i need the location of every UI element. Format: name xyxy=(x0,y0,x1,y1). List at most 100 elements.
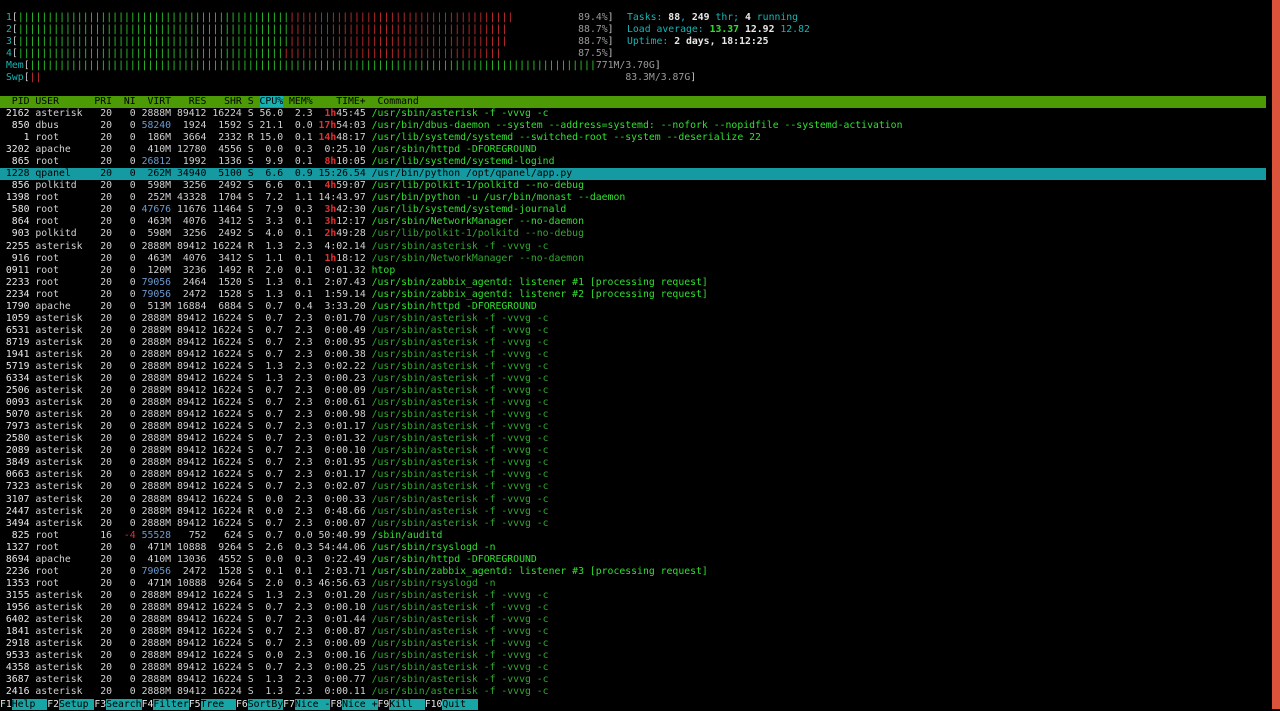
column-header-user[interactable]: USER xyxy=(35,96,94,107)
column-header-s[interactable]: S xyxy=(248,96,260,107)
process-row[interactable]: 916 root 20 0 463M 4076 3412 S 1.1 0.1 1… xyxy=(0,253,1266,265)
process-row[interactable]: 3155 asterisk 20 0 2888M 89412 16224 S 1… xyxy=(0,590,1266,602)
mem-meter: Mem[||||||||||||||||||||||||||||||||||||… xyxy=(6,60,661,71)
column-header-command[interactable]: Command xyxy=(378,96,419,107)
process-row[interactable]: 6531 asterisk 20 0 2888M 89412 16224 S 0… xyxy=(0,325,1266,337)
process-row[interactable]: 6402 asterisk 20 0 2888M 89412 16224 S 0… xyxy=(0,614,1266,626)
process-row[interactable]: 3494 asterisk 20 0 2888M 89412 16224 S 0… xyxy=(0,518,1266,530)
process-row[interactable]: 7323 asterisk 20 0 2888M 89412 16224 S 0… xyxy=(0,481,1266,493)
column-header-cpu[interactable]: CPU% xyxy=(259,96,284,107)
column-header-pid[interactable]: PID xyxy=(0,96,35,107)
process-row[interactable]: 3849 asterisk 20 0 2888M 89412 16224 S 0… xyxy=(0,457,1266,469)
window-edge xyxy=(1272,0,1280,709)
fkey-f10[interactable]: F10Quit xyxy=(424,699,478,710)
process-row[interactable]: 1941 asterisk 20 0 2888M 89412 16224 S 0… xyxy=(0,349,1266,361)
cpu-meter-2: 2[||||||||||||||||||||||||||||||||||||||… xyxy=(6,24,614,35)
process-row[interactable]: 2506 asterisk 20 0 2888M 89412 16224 S 0… xyxy=(0,385,1266,397)
process-row[interactable]: 0663 asterisk 20 0 2888M 89412 16224 S 0… xyxy=(0,469,1266,481)
process-row[interactable]: 903 polkitd 20 0 598M 3256 2492 S 4.0 0.… xyxy=(0,228,1266,240)
uptime-value: 2 days, 18:12:25 xyxy=(674,36,769,47)
fkey-f9[interactable]: F9Kill xyxy=(377,699,425,710)
function-key-bar: F1Help F2Setup F3SearchF4FilterF5Tree F6… xyxy=(0,699,478,711)
process-row[interactable]: 3687 asterisk 20 0 2888M 89412 16224 S 1… xyxy=(0,674,1266,686)
process-row[interactable]: 850 dbus 20 0 58240 1924 1592 S 21.1 0.0… xyxy=(0,120,1266,132)
swap-label: Swp xyxy=(6,72,24,83)
column-header-virt[interactable]: VIRT xyxy=(142,96,177,107)
process-row[interactable]: 1956 asterisk 20 0 2888M 89412 16224 S 0… xyxy=(0,602,1266,614)
process-row[interactable]: 2580 asterisk 20 0 2888M 89412 16224 S 0… xyxy=(0,433,1266,445)
process-row[interactable]: 3202 apache 20 0 410M 12780 4556 S 0.0 0… xyxy=(0,144,1266,156)
process-row[interactable]: 0093 asterisk 20 0 2888M 89412 16224 S 0… xyxy=(0,397,1266,409)
fkey-f1[interactable]: F1Help xyxy=(0,699,48,710)
process-row[interactable]: 580 root 20 0 47676 11676 11464 S 7.9 0.… xyxy=(0,204,1266,216)
fkey-f2[interactable]: F2Setup xyxy=(47,699,95,710)
column-header-time[interactable]: TIME+ xyxy=(319,96,378,107)
process-row[interactable]: 1790 apache 20 0 513M 16884 6884 S 0.7 0… xyxy=(0,301,1266,313)
process-row[interactable]: 2089 asterisk 20 0 2888M 89412 16224 S 0… xyxy=(0,445,1266,457)
fkey-key: F5 xyxy=(188,699,201,710)
process-row[interactable]: 2236 root 20 0 79056 2472 1528 S 0.1 0.1… xyxy=(0,566,1266,578)
fkey-key: F7 xyxy=(283,699,295,710)
column-header-res[interactable]: RES xyxy=(177,96,212,107)
column-header-pri[interactable]: PRI xyxy=(94,96,118,107)
fkey-key: F8 xyxy=(330,699,343,710)
fkey-f3[interactable]: F3Search xyxy=(94,699,142,710)
process-row[interactable]: 865 root 20 0 26812 1992 1336 S 9.9 0.1 … xyxy=(0,156,1266,168)
process-row[interactable]: 5070 asterisk 20 0 2888M 89412 16224 S 0… xyxy=(0,409,1266,421)
load-5min: 12.92 xyxy=(744,24,775,35)
cpu-meter-3: 3[||||||||||||||||||||||||||||||||||||||… xyxy=(6,36,614,47)
process-row[interactable]: 2255 asterisk 20 0 2888M 89412 16224 R 1… xyxy=(0,241,1266,253)
process-row[interactable]: 2233 root 20 0 79056 2464 1520 S 1.3 0.1… xyxy=(0,277,1266,289)
process-row[interactable]: 864 root 20 0 463M 4076 3412 S 3.3 0.1 3… xyxy=(0,216,1266,228)
mem-value: 771M/3.70G xyxy=(595,60,655,71)
fkey-f8[interactable]: F8Nice + xyxy=(330,699,378,710)
process-row[interactable]: 1059 asterisk 20 0 2888M 89412 16224 S 0… xyxy=(0,313,1266,325)
fkey-label: SortBy xyxy=(247,699,284,710)
process-row[interactable]: 9533 asterisk 20 0 2888M 89412 16224 S 0… xyxy=(0,650,1266,662)
system-summary: Tasks: 88, 249 thr; 4 running Load avera… xyxy=(627,12,810,48)
process-list[interactable]: 2162 asterisk 20 0 2888M 89412 16224 S 5… xyxy=(0,108,1266,698)
process-table-header: PID USER PRI NI VIRT RES SHR S CPU% MEM%… xyxy=(0,96,1266,108)
fkey-f7[interactable]: F7Nice - xyxy=(283,699,331,710)
cpu-percent: 88.7% xyxy=(578,24,608,35)
fkey-label: Search xyxy=(106,699,142,710)
fkey-label: Quit xyxy=(442,699,478,710)
fkey-label: Tree xyxy=(200,699,236,710)
column-header-ni[interactable]: NI xyxy=(118,96,142,107)
process-row[interactable]: 825 root 16 -4 55528 752 624 S 0.7 0.0 5… xyxy=(0,530,1266,542)
process-row[interactable]: 2918 asterisk 20 0 2888M 89412 16224 S 0… xyxy=(0,638,1266,650)
swap-value: 83.3M/3.87G xyxy=(625,72,691,83)
process-row[interactable]: 0911 root 20 0 120M 3236 1492 R 2.0 0.1 … xyxy=(0,265,1266,277)
process-row[interactable]: 8694 apache 20 0 410M 13036 4552 S 0.0 0… xyxy=(0,554,1266,566)
process-row[interactable]: 1228 qpanel 20 0 262M 34940 5100 S 6.6 0… xyxy=(0,168,1266,181)
cpu-percent: 88.7% xyxy=(578,36,608,47)
process-row[interactable]: 6334 asterisk 20 0 2888M 89412 16224 S 1… xyxy=(0,373,1266,385)
process-row[interactable]: 3107 asterisk 20 0 2888M 89412 16224 S 0… xyxy=(0,494,1266,506)
fkey-label: Help xyxy=(11,699,48,710)
process-row[interactable]: 2416 asterisk 20 0 2888M 89412 16224 S 1… xyxy=(0,686,1266,698)
mem-label: Mem xyxy=(6,60,24,71)
fkey-f4[interactable]: F4Filter xyxy=(141,699,189,710)
process-row[interactable]: 2447 asterisk 20 0 2888M 89412 16224 R 0… xyxy=(0,506,1266,518)
swap-meter: Swp[|| 83.3M/3.87G] xyxy=(6,72,697,83)
process-row[interactable]: 1841 asterisk 20 0 2888M 89412 16224 S 0… xyxy=(0,626,1266,638)
uptime-line: Uptime: 2 days, 18:12:25 xyxy=(627,36,769,47)
load-average-line: Load average: 13.37 12.92 12.82 xyxy=(627,24,810,35)
process-row[interactable]: 2234 root 20 0 79056 2472 1528 S 1.3 0.1… xyxy=(0,289,1266,301)
column-header-mem[interactable]: MEM% xyxy=(283,96,318,107)
process-row[interactable]: 2162 asterisk 20 0 2888M 89412 16224 S 5… xyxy=(0,108,1266,120)
column-header-shr[interactable]: SHR xyxy=(212,96,247,107)
process-row[interactable]: 8719 asterisk 20 0 2888M 89412 16224 S 0… xyxy=(0,337,1266,349)
process-row[interactable]: 1327 root 20 0 471M 10888 9264 S 2.6 0.3… xyxy=(0,542,1266,554)
fkey-f5[interactable]: F5Tree xyxy=(188,699,236,710)
fkey-label: Nice + xyxy=(342,699,378,710)
process-row[interactable]: 1353 root 20 0 471M 10888 9264 S 2.0 0.3… xyxy=(0,578,1266,590)
process-row[interactable]: 4358 asterisk 20 0 2888M 89412 16224 S 0… xyxy=(0,662,1266,674)
fkey-key: F6 xyxy=(235,699,248,710)
process-row[interactable]: 5719 asterisk 20 0 2888M 89412 16224 S 1… xyxy=(0,361,1266,373)
fkey-f6[interactable]: F6SortBy xyxy=(235,699,284,710)
process-row[interactable]: 1 root 20 0 186M 3664 2332 R 15.0 0.1 14… xyxy=(0,132,1266,144)
process-row[interactable]: 856 polkitd 20 0 598M 3256 2492 S 6.6 0.… xyxy=(0,180,1266,192)
process-row[interactable]: 7973 asterisk 20 0 2888M 89412 16224 S 0… xyxy=(0,421,1266,433)
process-row[interactable]: 1398 root 20 0 252M 43328 1704 S 7.2 1.1… xyxy=(0,192,1266,204)
